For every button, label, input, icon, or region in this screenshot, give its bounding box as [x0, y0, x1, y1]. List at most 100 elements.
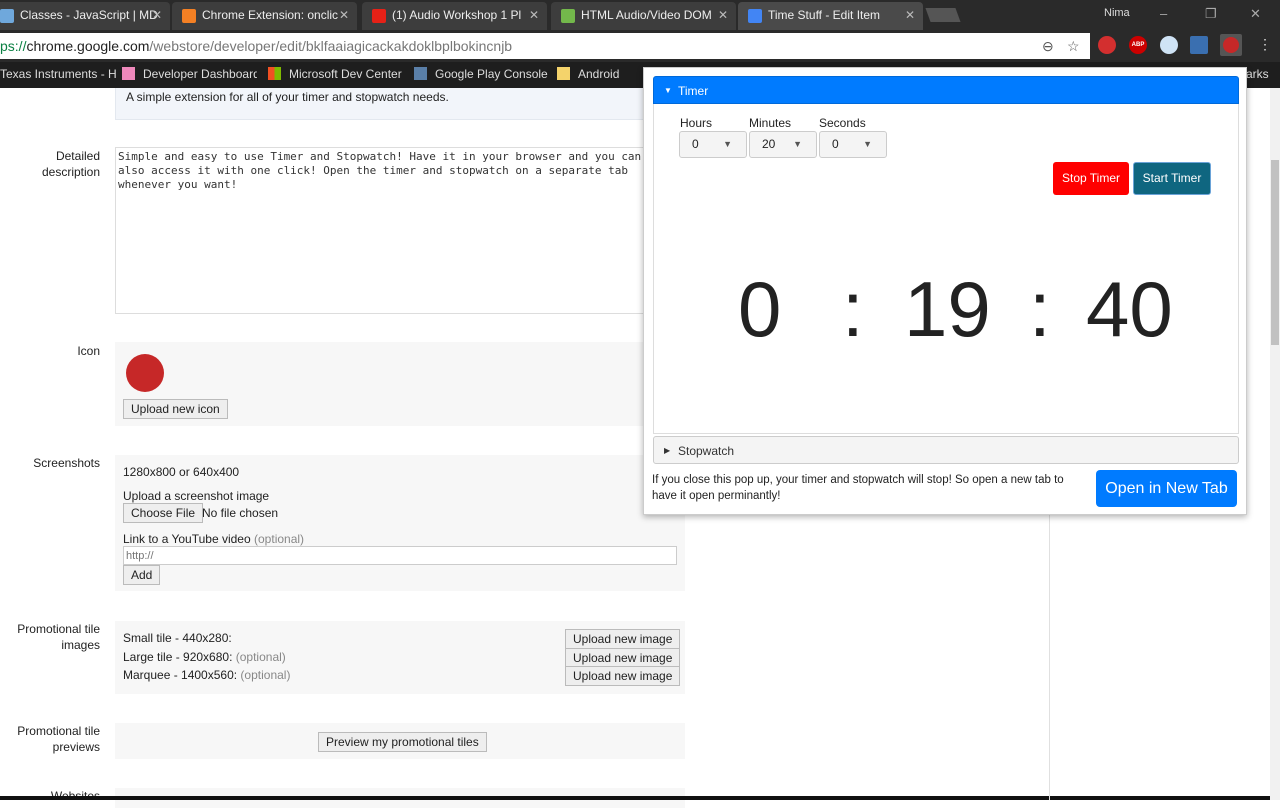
timer-title: Timer [678, 84, 709, 98]
timer-minutes-display: 19 [904, 265, 991, 353]
url-scheme: ps:// [0, 38, 27, 54]
webstore-icon [748, 9, 762, 23]
tab-title: Chrome Extension: onclic [202, 8, 339, 22]
preview-tiles-button[interactable]: Preview my promotional tiles [318, 732, 487, 752]
stop-timer-button[interactable]: Stop Timer [1053, 162, 1129, 195]
hours-select[interactable]: 0 ▼ [679, 131, 747, 158]
webstore-icon [122, 67, 135, 80]
stackoverflow-icon [182, 9, 196, 23]
bookmark-microsoft-dev-center[interactable]: Microsoft Dev Center [268, 67, 402, 81]
open-in-new-tab-button[interactable]: Open in New Tab [1096, 470, 1237, 507]
bookmark-android[interactable]: Android [557, 67, 619, 81]
upload-small-tile-button[interactable]: Upload new image [565, 629, 681, 649]
minutes-label: Minutes [749, 116, 792, 130]
screenshot-size-text: 1280x800 or 640x400 [123, 465, 240, 479]
zoom-icon[interactable]: ⊖ [1042, 33, 1054, 59]
screenshots-label: Screenshots [33, 456, 100, 470]
close-tab-icon[interactable]: ✕ [529, 2, 539, 28]
close-window-icon[interactable]: ✕ [1250, 6, 1261, 22]
tab-strip: Classes - JavaScript | MD ✕ Chrome Extens… [0, 0, 1280, 30]
bookmark-texas-instruments[interactable]: Texas Instruments - H [0, 67, 117, 81]
youtube-label: Link to a YouTube video [123, 532, 251, 546]
extension-icon-preview [126, 354, 164, 392]
chevron-down-icon: ▼ [723, 139, 732, 149]
summary-field[interactable]: A simple extension for all of your timer… [115, 88, 685, 120]
seconds-select[interactable]: 0 ▼ [819, 131, 887, 158]
profile-name[interactable]: Nima [1104, 7, 1130, 19]
small-tile-label: Small tile - 440x280: [123, 631, 232, 645]
choose-file-button[interactable]: Choose File [123, 503, 204, 523]
minutes-select[interactable]: 20 ▼ [749, 131, 817, 158]
restore-icon[interactable]: ❐ [1205, 6, 1217, 22]
marquee-label: Marquee - 1400x560: [123, 668, 238, 682]
close-tab-icon[interactable]: ✕ [152, 2, 162, 28]
add-video-button[interactable]: Add [123, 565, 161, 585]
bookmark-google-play-console[interactable]: Google Play Console [414, 67, 548, 81]
extension-icon[interactable] [1190, 36, 1208, 54]
optional-text: (optional) [235, 650, 286, 664]
upload-marquee-button[interactable]: Upload new image [565, 666, 681, 686]
bookmark-star-icon[interactable]: ☆ [1067, 33, 1080, 59]
mdn-icon [0, 9, 14, 23]
timer-seconds-display: 40 [1086, 265, 1173, 353]
scrollbar-thumb[interactable] [1271, 160, 1279, 345]
icon-section: Upload new icon [115, 342, 685, 426]
toolbar: ps://chrome.google.com/webstore/develope… [0, 30, 1280, 62]
adblock-plus-icon[interactable]: ABP [1129, 36, 1147, 54]
bookmark-developer-dashboard[interactable]: Developer Dashboard [122, 67, 257, 81]
tab-youtube[interactable]: (1) Audio Workshop 1 Pl ✕ [362, 2, 547, 30]
stopwatch-panel-header[interactable]: ▶ Stopwatch [653, 436, 1239, 464]
chevron-down-icon: ▼ [793, 139, 802, 149]
youtube-url-input[interactable] [123, 546, 677, 565]
summary-text: A simple extension for all of your timer… [126, 90, 449, 104]
detailed-description-textarea[interactable]: Simple and easy to use Timer and Stopwat… [115, 147, 675, 314]
microsoft-icon [268, 67, 281, 80]
adblock-icon[interactable] [1098, 36, 1116, 54]
optional-text: (optional) [240, 668, 291, 682]
close-tab-icon[interactable]: ✕ [718, 2, 728, 28]
address-bar[interactable]: ps://chrome.google.com/webstore/develope… [0, 33, 1090, 59]
start-timer-button[interactable]: Start Timer [1133, 162, 1211, 195]
extension-icon[interactable] [1160, 36, 1178, 54]
menu-icon[interactable]: ⋮ [1258, 36, 1272, 53]
hours-label: Hours [680, 116, 713, 130]
timer-panel-body: Hours Minutes Seconds 0 ▼ 20 ▼ 0 ▼ Stop Tim… [653, 104, 1239, 434]
no-file-text: No file chosen [202, 506, 279, 520]
caret-down-icon: ▼ [664, 86, 672, 95]
taskbar-edge [0, 796, 1280, 800]
w3schools-icon [561, 9, 575, 23]
tab-mdn[interactable]: Classes - JavaScript | MD ✕ [0, 2, 170, 30]
url-path: /webstore/developer/edit/bklfaaiagicacka… [149, 38, 513, 54]
icon-label: Icon [77, 344, 100, 358]
promotional-tiles-section: Small tile - 440x280: Large tile - 920x6… [115, 621, 685, 694]
large-tile-label: Large tile - 920x680: [123, 650, 233, 664]
new-tab-button[interactable] [925, 8, 961, 22]
time-stuff-extension-icon[interactable] [1220, 34, 1242, 56]
stopwatch-title: Stopwatch [678, 444, 735, 458]
promotional-tile-previews-label: Promotional tile previews [17, 724, 100, 754]
close-warning-text: If you close this pop up, your timer and… [652, 474, 1064, 502]
close-tab-icon[interactable]: ✕ [339, 2, 349, 28]
upload-large-tile-button[interactable]: Upload new image [565, 648, 681, 668]
minimize-icon[interactable]: – [1160, 6, 1167, 21]
separator: : [842, 265, 864, 353]
caret-right-icon: ▶ [664, 446, 671, 455]
play-console-icon [414, 67, 427, 80]
tab-title: HTML Audio/Video DOM [581, 8, 712, 22]
tab-stackoverflow[interactable]: Chrome Extension: onclic ✕ [172, 2, 357, 30]
tab-w3schools[interactable]: HTML Audio/Video DOM ✕ [551, 2, 736, 30]
upload-icon-button[interactable]: Upload new icon [123, 399, 228, 419]
close-tab-icon[interactable]: ✕ [905, 2, 915, 28]
promotional-tile-images-label: Promotional tile images [17, 622, 100, 652]
tab-title: (1) Audio Workshop 1 Pl [392, 8, 522, 22]
url-host: chrome.google.com [26, 38, 150, 54]
separator: : [1029, 265, 1051, 353]
previews-section: Preview my promotional tiles [115, 723, 685, 759]
detailed-description-label: Detailed description [41, 149, 100, 179]
other-bookmarks[interactable]: arks [1246, 67, 1269, 81]
timer-panel-header[interactable]: ▼ Timer [653, 76, 1239, 104]
folder-icon [557, 67, 570, 80]
upload-screenshot-label: Upload a screenshot image [123, 489, 270, 503]
chevron-down-icon: ▼ [863, 139, 872, 149]
tab-edit-item[interactable]: Time Stuff - Edit Item ✕ [738, 2, 923, 30]
